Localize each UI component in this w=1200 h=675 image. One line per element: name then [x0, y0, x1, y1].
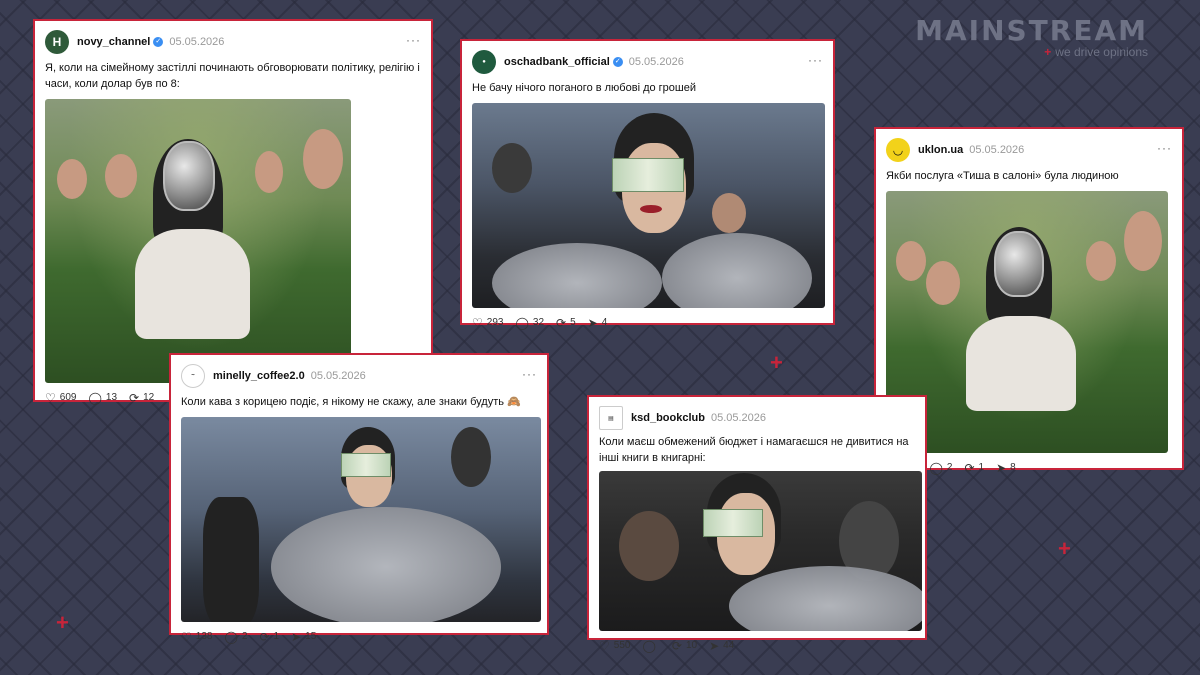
shares-count: 8 — [1010, 462, 1016, 474]
plus-decor-icon: + — [56, 610, 69, 635]
username[interactable]: novy_channel — [77, 36, 150, 48]
likes-count: 138 — [195, 631, 213, 643]
avatar[interactable]: ◡ — [886, 138, 910, 162]
heart-icon[interactable]: ♡ — [181, 630, 192, 644]
post-card[interactable]: H novy_channel ✓ 05.05.2026 ··· Я, коли … — [33, 19, 433, 405]
post-date: 05.05.2026 — [310, 370, 366, 382]
share-icon[interactable]: ➤ — [291, 630, 301, 644]
more-icon[interactable]: ··· — [522, 367, 537, 381]
brand-tagline-text: we drive opinions — [1055, 45, 1148, 59]
comments-count: 2 — [241, 631, 248, 643]
repost-icon[interactable]: ⟳ — [129, 391, 139, 405]
share-icon[interactable]: ➤ — [996, 461, 1006, 475]
brand-name: MAINSTREAM — [915, 14, 1148, 47]
verified-icon: ✓ — [153, 37, 164, 47]
repost-icon[interactable]: ⟳ — [964, 461, 974, 475]
post-photo[interactable] — [599, 470, 922, 631]
reposts-count: 1 — [273, 631, 280, 643]
reposts-count: 1 — [978, 462, 985, 474]
heart-icon[interactable]: ♡ — [472, 316, 483, 330]
post-card[interactable]: ~ minelly_coffee2.0 05.05.2026 ··· Коли … — [169, 353, 549, 644]
comments-count: 13 — [105, 392, 118, 404]
post-card[interactable]: ▤ ksd_bookclub 05.05.2026 Коли маєш обме… — [587, 395, 927, 653]
post-caption: Якби послуга «Тиша в салоні» була людино… — [886, 170, 1119, 182]
username[interactable]: uklon.ua — [918, 144, 963, 156]
reposts-count: 12 — [143, 392, 155, 404]
post-caption: Коли кава з корицею подіє, я нікому не с… — [181, 396, 521, 408]
heart-icon[interactable]: ♡ — [45, 391, 56, 405]
post-date: 05.05.2026 — [628, 56, 684, 68]
brand-logo: MAINSTREAM + we drive opinions — [915, 14, 1148, 59]
likes-count: 550 — [613, 640, 631, 652]
post-photo[interactable] — [181, 416, 541, 622]
comment-icon[interactable]: ◯ — [515, 316, 528, 330]
avatar[interactable]: ~ — [181, 364, 205, 388]
comments-count: 2 — [946, 462, 953, 474]
comments-count: 32 — [532, 317, 545, 329]
brand-tagline: + we drive opinions — [915, 45, 1148, 59]
comment-icon[interactable]: ◯ — [642, 639, 655, 653]
heart-icon[interactable]: ♡ — [599, 639, 610, 653]
likes-count: 609 — [59, 392, 77, 404]
comment-icon[interactable]: ◯ — [88, 391, 101, 405]
shares-count: 15 — [305, 631, 317, 643]
reposts-count: 5 — [570, 317, 576, 329]
repost-icon[interactable]: ⟳ — [556, 316, 566, 330]
comment-icon[interactable]: ◯ — [929, 461, 942, 475]
share-icon[interactable]: ➤ — [709, 639, 719, 653]
username[interactable]: oschadbank_official — [504, 56, 610, 68]
post-date: 05.05.2026 — [969, 144, 1025, 156]
post-date: 05.05.2026 — [169, 36, 225, 48]
avatar[interactable]: H — [45, 30, 69, 54]
likes-count: 293 — [486, 317, 504, 329]
plus-icon: + — [1044, 45, 1052, 59]
plus-decor-icon: + — [1058, 536, 1071, 561]
post-photo[interactable] — [472, 102, 825, 308]
avatar[interactable]: ▤ — [599, 406, 623, 430]
shares-count: 44 — [723, 640, 735, 652]
username[interactable]: ksd_bookclub — [631, 412, 705, 424]
post-caption: Не бачу нічого поганого в любові до грош… — [472, 82, 696, 94]
shares-count: 4 — [601, 317, 608, 329]
post-date: 05.05.2026 — [710, 412, 767, 424]
more-icon[interactable]: ··· — [406, 33, 421, 47]
more-icon[interactable]: ··· — [1157, 141, 1172, 155]
plus-decor-icon: + — [770, 350, 783, 375]
username[interactable]: minelly_coffee2.0 — [213, 370, 305, 382]
repost-icon[interactable]: ⟳ — [259, 630, 269, 644]
verified-icon: ✓ — [612, 57, 623, 67]
post-card[interactable]: ● oschadbank_official ✓ 05.05.2026 ··· Н… — [460, 39, 835, 330]
post-caption: Коли маєш обмежений бюджет і намагаєшся … — [599, 436, 909, 464]
share-icon[interactable]: ➤ — [588, 316, 598, 330]
post-photo[interactable] — [886, 190, 1168, 453]
comment-icon[interactable]: ◯ — [224, 630, 237, 644]
repost-icon[interactable]: ⟳ — [672, 639, 682, 653]
avatar[interactable]: ● — [472, 50, 496, 74]
reposts-count: 10 — [685, 640, 698, 652]
post-caption: Я, коли на сімейному застіллі починають … — [45, 62, 420, 90]
post-photo[interactable] — [45, 98, 351, 383]
more-icon[interactable]: ··· — [808, 53, 823, 67]
